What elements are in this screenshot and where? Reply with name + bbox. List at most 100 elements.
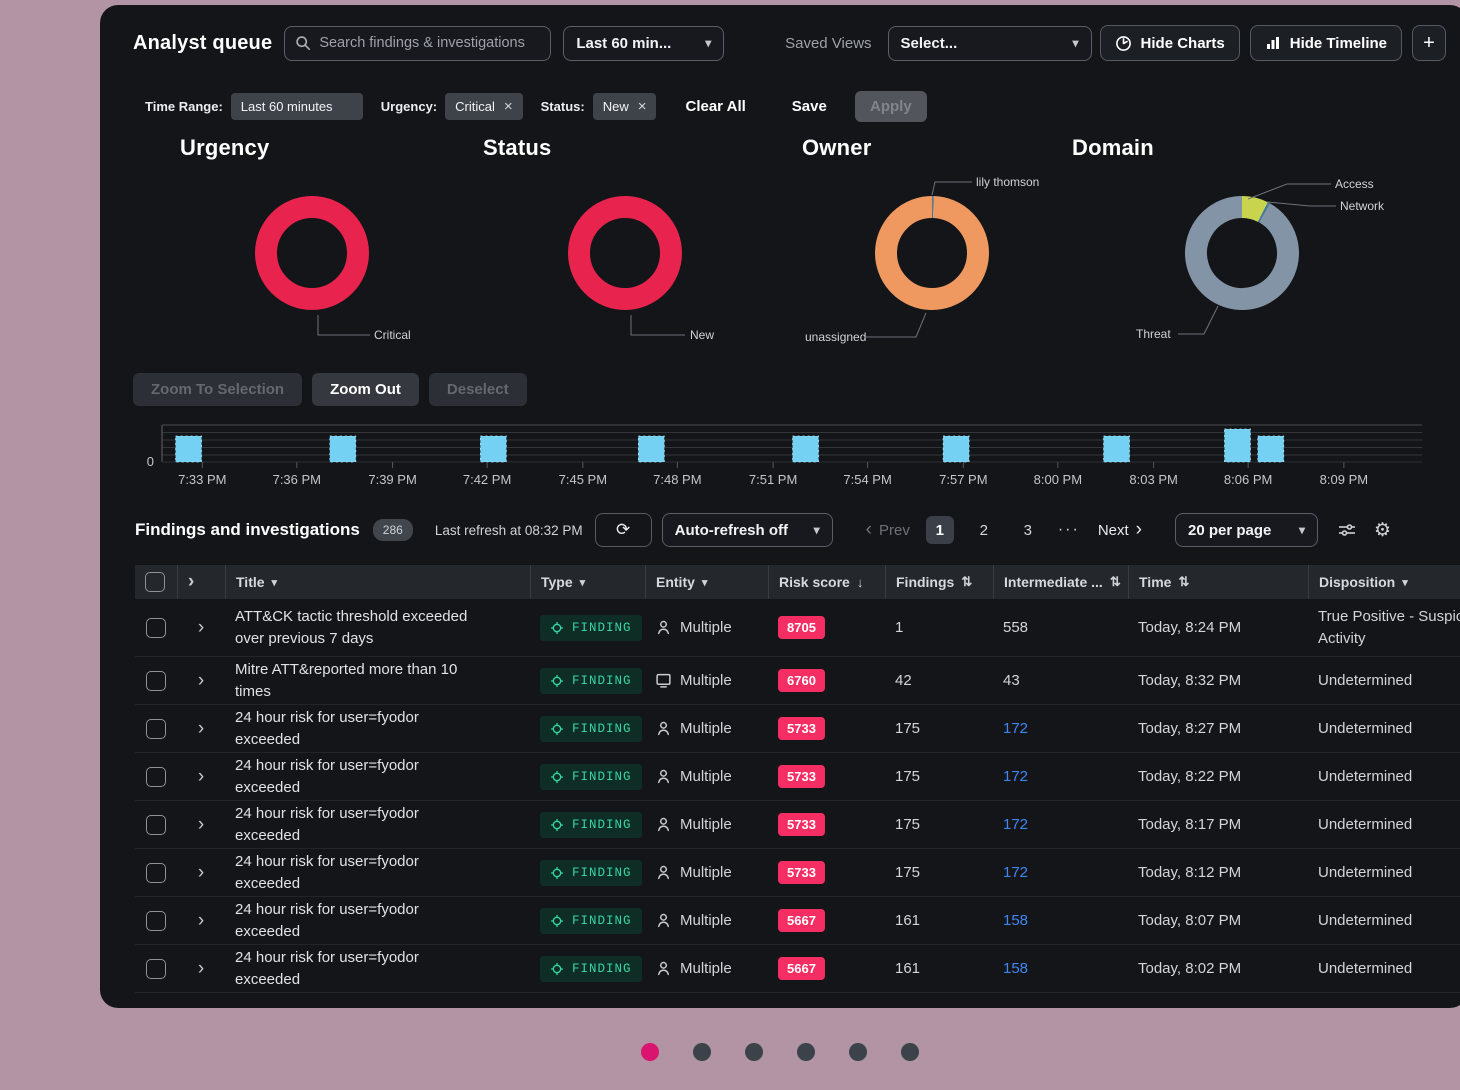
carousel-dot[interactable] bbox=[745, 1043, 763, 1061]
apply-button[interactable]: Apply bbox=[854, 90, 927, 122]
row-checkbox[interactable] bbox=[146, 718, 166, 739]
filter-sliders-icon[interactable] bbox=[1338, 521, 1356, 539]
clear-all-button[interactable]: Clear All bbox=[685, 98, 745, 115]
row-checkbox[interactable] bbox=[146, 958, 166, 979]
expand-row-chevron-icon[interactable]: › bbox=[198, 910, 204, 932]
prev-page-button[interactable]: ‹ Prev bbox=[859, 519, 910, 541]
zoom-out-button[interactable]: Zoom Out bbox=[312, 373, 419, 406]
pagination: ‹ Prev 1 2 3 ··· Next › bbox=[859, 516, 1149, 544]
per-page-dropdown[interactable]: 20 per page ▾ bbox=[1174, 513, 1318, 547]
expand-all-chevron-icon[interactable]: › bbox=[188, 571, 194, 593]
table-row[interactable]: › 24 hour risk for user=fyodor exceeded FI… bbox=[135, 801, 1460, 849]
expand-row-chevron-icon[interactable]: › bbox=[198, 670, 204, 692]
add-view-button[interactable]: + bbox=[1412, 25, 1446, 61]
row-checkbox[interactable] bbox=[146, 814, 166, 835]
table-row[interactable]: › ATT&CK tactic threshold exceeded over p… bbox=[135, 599, 1460, 657]
callout-line bbox=[1178, 305, 1219, 335]
expand-row-chevron-icon[interactable]: › bbox=[198, 766, 204, 788]
carousel-dot[interactable] bbox=[901, 1043, 919, 1061]
expand-row-chevron-icon[interactable]: › bbox=[198, 958, 204, 980]
intermediate-count[interactable]: 158 bbox=[1003, 912, 1028, 929]
timeline-bar[interactable] bbox=[637, 435, 665, 463]
carousel-dot-active[interactable] bbox=[641, 1043, 659, 1061]
timeline-chart[interactable]: 0 7:33 PM 7:36 PM 7:39 PM 7:42 PM 7:45 PM 7:48… bbox=[100, 418, 1460, 498]
column-header-type[interactable]: Type ▾ bbox=[530, 565, 645, 599]
time-range-dropdown[interactable]: Last 60 min... ▾ bbox=[563, 25, 725, 61]
owner-donut[interactable]: lily thomson unassigned bbox=[802, 173, 1092, 365]
timeline-bar[interactable] bbox=[1224, 428, 1251, 463]
close-icon[interactable]: × bbox=[638, 98, 647, 115]
domain-donut[interactable]: Access Network Threat bbox=[1072, 173, 1412, 365]
saved-views-dropdown[interactable]: Select... ▾ bbox=[887, 25, 1092, 61]
auto-refresh-dropdown[interactable]: Auto-refresh off ▾ bbox=[661, 513, 833, 547]
disposition-cell: Undetermined bbox=[1318, 911, 1413, 929]
column-header-time[interactable]: Time ⇅ bbox=[1128, 565, 1308, 599]
intermediate-count[interactable]: 172 bbox=[1003, 816, 1028, 833]
search-box[interactable] bbox=[284, 25, 552, 61]
column-header-title[interactable]: Title ▾ bbox=[225, 565, 530, 599]
urgency-chart: Urgency Critical bbox=[180, 135, 411, 342]
table-row[interactable]: › Mitre ATT&reported more than 10 times FI… bbox=[135, 657, 1460, 705]
domain-chart-title: Domain bbox=[1072, 135, 1154, 160]
table-row[interactable]: › 24 hour risk for user=fyodor exceeded FI… bbox=[135, 705, 1460, 753]
expand-row-chevron-icon[interactable]: › bbox=[198, 718, 204, 740]
page-button-3[interactable]: 3 bbox=[1014, 516, 1042, 544]
status-chip[interactable]: New × bbox=[592, 92, 657, 120]
timeline-bar[interactable] bbox=[1103, 435, 1130, 463]
intermediate-count[interactable]: 158 bbox=[1003, 960, 1028, 977]
sort-both-icon: ⇅ bbox=[961, 574, 973, 589]
column-header-disposition[interactable]: Disposition ▾ bbox=[1308, 565, 1460, 599]
intermediate-count[interactable]: 172 bbox=[1003, 768, 1028, 785]
urgency-donut[interactable]: Critical bbox=[180, 173, 440, 365]
carousel-dot[interactable] bbox=[849, 1043, 867, 1061]
risk-score-badge: 5733 bbox=[778, 813, 825, 836]
time-range-chip[interactable]: Last 60 minutes bbox=[230, 92, 363, 120]
column-header-findings[interactable]: Findings ⇅ bbox=[885, 565, 993, 599]
intermediate-count[interactable]: 172 bbox=[1003, 720, 1028, 737]
refresh-button[interactable]: ⟳ bbox=[594, 513, 652, 547]
select-all-checkbox[interactable] bbox=[145, 572, 165, 592]
row-checkbox[interactable] bbox=[146, 910, 166, 931]
expand-row-chevron-icon[interactable]: › bbox=[198, 862, 204, 884]
timeline-bar[interactable] bbox=[792, 435, 819, 463]
status-donut[interactable]: New bbox=[483, 173, 743, 365]
row-checkbox[interactable] bbox=[146, 766, 166, 787]
expand-row-chevron-icon[interactable]: › bbox=[198, 617, 204, 639]
timeline-bar[interactable] bbox=[942, 435, 970, 463]
page-button-1[interactable]: 1 bbox=[925, 516, 954, 544]
risk-score-badge: 6760 bbox=[778, 669, 825, 692]
urgency-chip[interactable]: Critical × bbox=[445, 92, 523, 120]
carousel-dot[interactable] bbox=[797, 1043, 815, 1061]
donut-label: lily thomson bbox=[976, 175, 1039, 189]
expand-row-chevron-icon[interactable]: › bbox=[198, 814, 204, 836]
carousel-dot[interactable] bbox=[693, 1043, 711, 1061]
row-checkbox[interactable] bbox=[146, 617, 166, 638]
refresh-icon: ⟳ bbox=[616, 520, 631, 539]
gear-icon[interactable]: ⚙ bbox=[1374, 519, 1391, 542]
save-button[interactable]: Save bbox=[792, 98, 827, 115]
zoom-to-selection-button[interactable]: Zoom To Selection bbox=[133, 373, 303, 406]
time-cell: Today, 8:32 PM bbox=[1138, 672, 1242, 689]
table-row[interactable]: › 24 hour risk for user=fyodor exceeded FI… bbox=[135, 945, 1460, 993]
timeline-bar[interactable] bbox=[175, 435, 202, 463]
timeline-bar[interactable] bbox=[1257, 435, 1285, 463]
deselect-button[interactable]: Deselect bbox=[428, 373, 527, 406]
row-checkbox[interactable] bbox=[146, 862, 166, 883]
page-button-2[interactable]: 2 bbox=[970, 516, 998, 544]
next-page-button[interactable]: Next › bbox=[1098, 519, 1149, 541]
table-row[interactable]: › 24 hour risk for user=fyodor exceeded FI… bbox=[135, 897, 1460, 945]
intermediate-count[interactable]: 172 bbox=[1003, 864, 1028, 881]
timeline-bar[interactable] bbox=[329, 435, 357, 463]
timeline-bar[interactable] bbox=[480, 435, 507, 463]
column-header-entity[interactable]: Entity ▾ bbox=[645, 565, 768, 599]
table-row[interactable]: › 24 hour risk for user=fyodor exceeded FI… bbox=[135, 753, 1460, 801]
search-input[interactable] bbox=[319, 35, 541, 51]
charts-section: Urgency Critical Status New Owner lily t… bbox=[100, 135, 1460, 367]
row-checkbox[interactable] bbox=[146, 670, 166, 691]
column-header-intermediate[interactable]: Intermediate ... ⇅ bbox=[993, 565, 1128, 599]
table-row[interactable]: › 24 hour risk for user=fyodor exceeded FI… bbox=[135, 849, 1460, 897]
hide-charts-button[interactable]: Hide Charts bbox=[1099, 25, 1240, 61]
column-header-risk[interactable]: Risk score ↓ bbox=[768, 565, 885, 599]
hide-timeline-button[interactable]: Hide Timeline bbox=[1249, 25, 1402, 61]
close-icon[interactable]: × bbox=[504, 98, 513, 115]
